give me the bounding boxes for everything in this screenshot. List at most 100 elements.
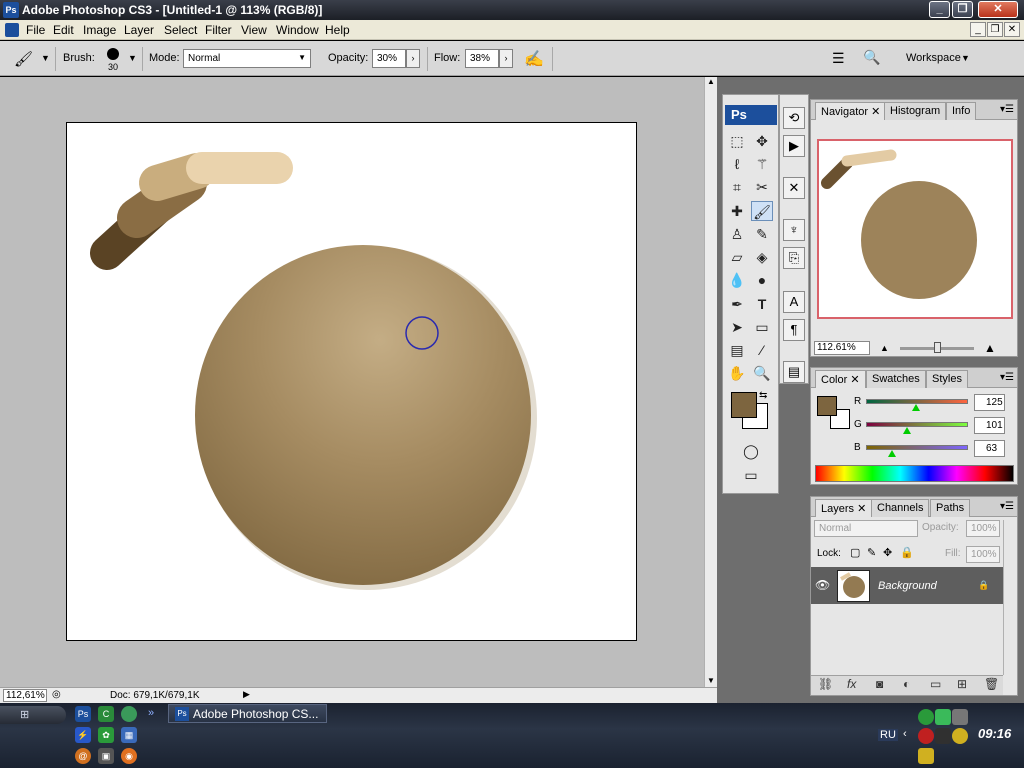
menu-help[interactable]: Help [325,23,350,37]
quicklaunch-icon-6[interactable]: ▣ [98,748,114,764]
flow-slider-button[interactable]: › [499,49,513,68]
slice-tool[interactable]: ✂ [751,177,773,197]
menu-select[interactable]: Select [164,23,197,37]
quicklaunch-photoshop-icon[interactable]: Ps [75,706,91,722]
start-button[interactable]: ⊞ [0,706,66,724]
tab-styles[interactable]: Styles [926,370,968,388]
tray-expand-icon[interactable]: ‹ [903,728,907,740]
swap-colors-icon[interactable]: ⇆ [759,390,767,401]
lock-pixels-icon[interactable]: ✎ [867,546,876,559]
taskbar-photoshop-button[interactable]: Ps Adobe Photoshop CS... [168,704,327,723]
history-panel-icon[interactable]: ⟲ [783,107,805,129]
screen-mode-button[interactable]: ▭ [740,465,762,485]
color-spectrum-ramp[interactable] [815,465,1014,482]
notes-tool[interactable]: ▤ [726,340,748,360]
clone-source-icon[interactable]: ⎘ [783,247,805,269]
blur-tool[interactable]: 💧 [726,270,748,290]
eraser-tool[interactable]: ▱ [726,247,748,267]
zoom-out-icon[interactable]: ▲ [880,343,889,353]
tray-icon-1[interactable] [918,709,934,725]
fill-input[interactable]: 100% [966,546,1000,563]
menu-edit[interactable]: Edit [53,23,74,37]
scroll-down-icon[interactable]: ▼ [707,676,715,685]
menu-window[interactable]: Window [276,23,319,37]
b-input[interactable]: 63 [974,440,1005,457]
new-layer-icon[interactable]: ⊞ [957,677,967,691]
restore-button[interactable]: ❐ [952,1,973,18]
history-brush-tool[interactable]: ✎ [751,224,773,244]
brush-preview-icon[interactable] [107,48,119,60]
actions-panel-icon[interactable]: ▶ [783,135,805,157]
opacity-input[interactable]: 30% [372,49,406,68]
layer-name[interactable]: Background [878,580,937,592]
menu-filter[interactable]: Filter [205,23,232,37]
minimize-button[interactable]: _ [929,1,950,18]
layer-opacity-input[interactable]: 100% [966,520,1000,537]
zoom-in-icon[interactable]: ▲ [984,341,996,355]
airbrush-icon[interactable]: ✍ [524,49,544,69]
document-icon[interactable] [5,23,19,37]
eye-visibility-icon[interactable]: 👁 [815,578,830,592]
paragraph-panel-icon[interactable]: ¶ [783,319,805,341]
g-input[interactable]: 101 [974,417,1005,434]
lock-transparency-icon[interactable]: ▢ [850,546,860,559]
status-info-icon[interactable]: ◎ [52,689,61,700]
quicklaunch-app-icon[interactable]: C [98,706,114,722]
path-selection-tool[interactable]: ➤ [726,317,748,337]
tray-icon-3[interactable] [952,709,968,725]
brushes-panel-icon[interactable]: ♆ [783,219,805,241]
paint-bucket-tool[interactable]: ◈ [751,247,773,267]
new-group-icon[interactable]: ▭ [930,677,941,691]
move-tool[interactable]: ✥ [751,131,773,151]
workspace-button[interactable]: Workspace [906,52,961,64]
doc-restore-button[interactable]: ❐ [987,22,1003,37]
navigator-preview[interactable] [817,139,1013,319]
foreground-color-swatch-front[interactable] [731,392,757,418]
r-slider-thumb[interactable] [912,404,920,411]
menu-image[interactable]: Image [83,23,116,37]
quicklaunch-firefox-icon[interactable]: ◉ [121,748,137,764]
brush-picker-arrow[interactable]: ▼ [128,53,137,63]
delete-layer-icon[interactable]: 🗑 [984,677,999,691]
panel-menu-icon[interactable]: ▾☰ [1000,104,1014,115]
link-layers-icon[interactable]: ⛓ [818,677,833,691]
quick-mask-button[interactable]: ◯ [740,441,762,461]
lock-all-icon[interactable]: 🔒 [900,546,914,559]
zoom-field[interactable]: 112,61% [3,689,47,702]
language-indicator[interactable]: RU [878,729,898,741]
tab-swatches[interactable]: Swatches [866,370,926,388]
tab-color[interactable]: Color ✕ [815,370,866,388]
menu-layer[interactable]: Layer [124,23,154,37]
tab-navigator[interactable]: Navigator ✕ [815,102,887,120]
tab-info[interactable]: Info [946,102,977,120]
character-panel-icon[interactable]: A [783,291,805,313]
dodge-tool[interactable]: ● [751,270,773,290]
magic-wand-tool[interactable]: ⚚ [751,154,773,174]
tray-antivirus-icon[interactable] [918,728,934,744]
menu-view[interactable]: View [241,23,267,37]
mode-select[interactable]: Normal ▼ [183,49,311,68]
layer-comps-icon[interactable]: ▤ [783,361,805,383]
layer-style-icon[interactable]: fx [847,677,856,691]
tray-icon-6[interactable] [952,728,968,744]
document-canvas[interactable] [66,122,637,641]
eyedropper-tool[interactable]: ⁄ [751,340,773,360]
panel-menu-icon[interactable]: ▾☰ [1000,372,1014,383]
tab-paths[interactable]: Paths [930,499,971,517]
brush-tool-icon[interactable]: 🖌 [14,50,33,68]
pen-tool[interactable]: ✒ [726,294,748,314]
lasso-tool[interactable]: ℓ [726,154,748,174]
tab-layers[interactable]: Layers ✕ [815,499,873,517]
panel-menu-icon[interactable]: ▾☰ [1000,501,1014,512]
type-tool[interactable]: T [751,294,773,314]
doc-minimize-button[interactable]: _ [970,22,986,37]
tray-volume-icon[interactable] [918,748,934,764]
marquee-tool[interactable]: ⬚ [726,131,748,151]
lock-position-icon[interactable]: ✥ [883,546,892,559]
close-button[interactable]: ✕ [978,1,1018,18]
layer-mask-icon[interactable]: ◙ [876,677,883,691]
opacity-slider-button[interactable]: › [406,49,420,68]
adjustment-layer-icon[interactable]: ◐ [903,677,910,691]
quicklaunch-icon-3[interactable]: ✿ [98,727,114,743]
b-slider[interactable] [866,445,968,450]
